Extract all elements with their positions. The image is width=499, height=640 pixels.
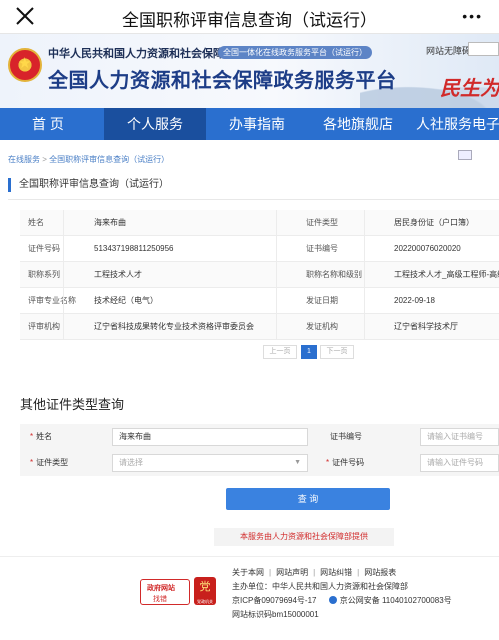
field-value: 技术经纪（电气） bbox=[94, 296, 158, 305]
id-no-label: * 证件号码 bbox=[326, 450, 364, 476]
id-type-placeholder: 请选择 bbox=[119, 458, 143, 467]
site-title: 全国人力资源和社会保障政务服务平台 bbox=[48, 70, 397, 92]
field-value: 202200076020020 bbox=[394, 244, 461, 253]
main-nav: 首 页 个人服务 办事指南 各地旗舰店 人社服务电子 bbox=[0, 108, 499, 140]
required-mark: * bbox=[326, 458, 330, 467]
required-mark: * bbox=[30, 432, 34, 441]
column-divider bbox=[63, 210, 64, 340]
footer-icp[interactable]: 京ICP备09079694号-17 bbox=[232, 596, 317, 605]
platform-tag: 全国一体化在线政务服务平台（试运行） bbox=[218, 46, 372, 59]
id-type-label-text: 证件类型 bbox=[36, 458, 69, 467]
field-value: 513437198811250956 bbox=[94, 244, 174, 253]
footer-icp-row: 京ICP备09079694号-17 京公网安备 11040102700083号 bbox=[232, 595, 452, 606]
chevron-down-icon: ▼ bbox=[294, 459, 301, 466]
divider bbox=[8, 199, 499, 200]
form-row: * 姓名 海来布曲 证书编号 请输入证书编号 bbox=[20, 424, 499, 450]
app-title: 全国职称评审信息查询（试运行） bbox=[122, 11, 377, 30]
nav-e-service[interactable]: 人社服务电子 bbox=[410, 108, 499, 140]
form-row: * 证件类型 请选择 ▼ * 证件号码 请输入证件号码 bbox=[20, 450, 499, 476]
table-row: 评审专业名称 技术经纪（电气） 发证日期 2022-09-18 bbox=[20, 288, 499, 314]
field-value: 海来布曲 bbox=[94, 218, 126, 227]
footer-link-error[interactable]: 网站纠错 bbox=[320, 568, 352, 577]
field-value: 工程技术人才 bbox=[94, 270, 142, 279]
separator: | bbox=[313, 568, 316, 577]
field-value: 辽宁省科学技术厅 bbox=[394, 322, 458, 331]
gov-site-error-badge[interactable]: 政府网站 找错 bbox=[140, 579, 190, 605]
id-type-label: * 证件类型 bbox=[30, 450, 68, 476]
name-label-text: 姓名 bbox=[36, 432, 53, 441]
field-label: 职称系列 bbox=[28, 270, 60, 279]
breadcrumb-online-service[interactable]: 在线服务 bbox=[8, 155, 40, 164]
provided-by-notice: 本服务由人力资源和社会保障部提供 bbox=[214, 528, 394, 546]
app-bar: 全国职称评审信息查询（试运行） ••• bbox=[0, 0, 499, 34]
column-divider bbox=[276, 210, 277, 340]
other-query-title: 其他证件类型查询 bbox=[20, 397, 125, 412]
field-label: 证件号码 bbox=[28, 244, 60, 253]
ministry-name: 中华人民共和国人力资源和社会保障部 bbox=[48, 48, 235, 60]
table-row: 证件号码 513437198811250956 证书编号 20220007602… bbox=[20, 236, 499, 262]
section-title: 全国职称评审信息查询（试运行） bbox=[8, 178, 169, 192]
id-no-label-text: 证件号码 bbox=[332, 458, 365, 467]
national-emblem-icon bbox=[8, 48, 42, 82]
required-mark: * bbox=[30, 458, 34, 467]
footer-link-statement[interactable]: 网站声明 bbox=[276, 568, 308, 577]
footer-police[interactable]: 京公网安备 11040102700083号 bbox=[340, 596, 452, 605]
field-label: 职称名称和级别 bbox=[306, 270, 362, 279]
party-badge-sub: 党政机关 bbox=[197, 599, 213, 604]
police-icon bbox=[328, 596, 337, 604]
banner-slogan: 民生为 bbox=[440, 78, 499, 100]
gov-badge-line2: 找错 bbox=[153, 596, 167, 603]
header-button[interactable] bbox=[468, 42, 499, 56]
footer-link-report[interactable]: 网站报表 bbox=[364, 568, 396, 577]
gov-badge-line1: 政府网站 bbox=[147, 585, 175, 592]
result-table: 姓名 海来布曲 证件类型 居民身份证（户口簿） 证件号码 51343719881… bbox=[20, 210, 499, 340]
separator: | bbox=[269, 568, 272, 577]
name-input[interactable]: 海来布曲 bbox=[112, 428, 308, 446]
nav-guide[interactable]: 办事指南 bbox=[208, 108, 306, 140]
id-no-input[interactable]: 请输入证件号码 bbox=[420, 454, 499, 472]
field-label: 发证日期 bbox=[306, 296, 338, 305]
field-value: 工程技术人才_高级工程师-高级 bbox=[394, 270, 499, 279]
page-1-button[interactable]: 1 bbox=[301, 345, 317, 359]
cert-no-input[interactable]: 请输入证书编号 bbox=[420, 428, 499, 446]
table-row: 姓名 海来布曲 证件类型 居民身份证（户口簿） bbox=[20, 210, 499, 236]
footer: 关于本网 | 网站声明 | 网站纠错 | 网站报表 政府网站 找错 党 党政机关 主办单位：… bbox=[0, 556, 499, 640]
field-label: 证书编号 bbox=[306, 244, 338, 253]
field-value: 2022-09-18 bbox=[394, 296, 435, 305]
more-icon[interactable]: ••• bbox=[462, 9, 483, 23]
field-value: 居民身份证（户口簿） bbox=[394, 218, 474, 227]
field-label: 评审专业名称 bbox=[28, 296, 76, 305]
side-toggle[interactable] bbox=[458, 150, 472, 160]
id-type-select[interactable]: 请选择 ▼ bbox=[112, 454, 308, 472]
nav-personal-service[interactable]: 个人服务 bbox=[104, 108, 206, 140]
nav-home[interactable]: 首 页 bbox=[0, 108, 96, 140]
prev-page-button[interactable]: 上一页 bbox=[263, 345, 297, 359]
party-gov-badge[interactable]: 党 党政机关 bbox=[194, 577, 216, 605]
site-banner: 中华人民共和国人力资源和社会保障部 全国一体化在线政务服务平台（试运行） 全国人… bbox=[0, 34, 499, 108]
breadcrumb: 在线服务 > 全国职称评审信息查询（试运行） bbox=[8, 154, 169, 165]
next-page-button[interactable]: 下一页 bbox=[320, 345, 354, 359]
footer-site-id: 网站标识码bm15000001 bbox=[232, 610, 319, 619]
nav-local-stores[interactable]: 各地旗舰店 bbox=[308, 108, 408, 140]
breadcrumb-current[interactable]: 全国职称评审信息查询（试运行） bbox=[49, 155, 169, 164]
party-badge-char: 党 bbox=[199, 581, 211, 593]
field-label: 发证机构 bbox=[306, 322, 338, 331]
field-label: 证件类型 bbox=[306, 218, 338, 227]
field-label: 姓名 bbox=[28, 218, 44, 227]
footer-police-row: 京公网安备 11040102700083号 bbox=[328, 596, 452, 605]
footer-links: 关于本网 | 网站声明 | 网站纠错 | 网站报表 bbox=[232, 567, 396, 578]
table-row: 评审机构 辽宁省科技成果转化专业技术资格评审委员会 发证机构 辽宁省科学技术厅 bbox=[20, 314, 499, 340]
field-label: 评审机构 bbox=[28, 322, 60, 331]
footer-host: 主办单位：中华人民共和国人力资源和社会保障部 bbox=[232, 582, 408, 591]
cert-no-label: 证书编号 bbox=[330, 432, 362, 441]
separator: | bbox=[357, 568, 360, 577]
field-value: 辽宁省科技成果转化专业技术资格评审委员会 bbox=[94, 322, 254, 331]
accessibility-link[interactable]: 网站无障碍 bbox=[426, 44, 471, 57]
query-form: * 姓名 海来布曲 证书编号 请输入证书编号 * 证件类型 请选择 ▼ * 证件号码 … bbox=[20, 424, 499, 476]
name-label: * 姓名 bbox=[30, 424, 52, 450]
column-divider bbox=[364, 210, 365, 340]
footer-link-about[interactable]: 关于本网 bbox=[232, 568, 264, 577]
table-row: 职称系列 工程技术人才 职称名称和级别 工程技术人才_高级工程师-高级 bbox=[20, 262, 499, 288]
query-button[interactable]: 查 询 bbox=[226, 488, 390, 510]
